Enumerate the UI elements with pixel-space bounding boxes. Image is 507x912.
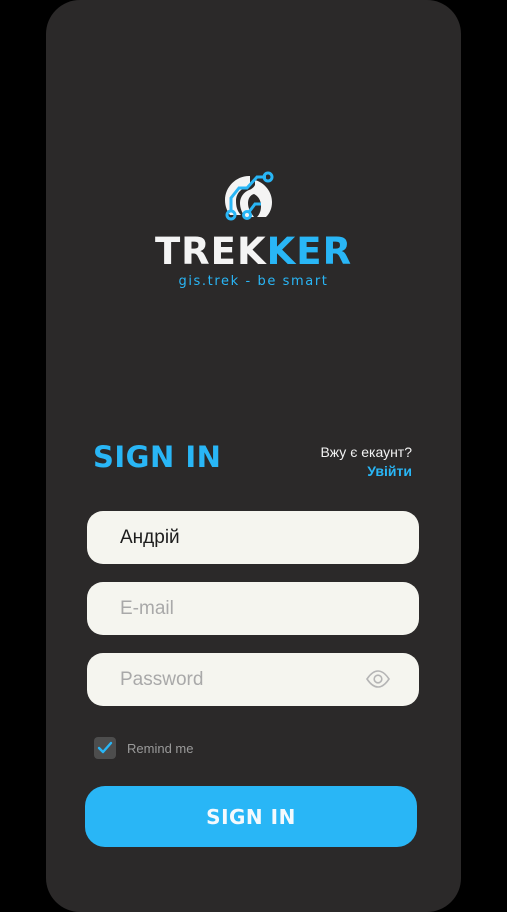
checkmark-icon: [97, 741, 113, 754]
trekker-logo-icon: [225, 171, 274, 221]
have-account-question: Вжу є екаунт?: [320, 444, 412, 460]
remind-me-option[interactable]: Remind me: [94, 737, 193, 759]
password-field[interactable]: [87, 653, 419, 706]
email-field[interactable]: [87, 582, 419, 635]
have-account-prompt: Вжу є екаунт? Увійти: [320, 443, 412, 481]
name-field[interactable]: [87, 511, 419, 564]
brand-name: TREKKER: [46, 230, 461, 274]
brand-tagline: gis.trek - be smart: [178, 274, 329, 289]
eye-icon[interactable]: [365, 668, 391, 690]
name-input[interactable]: [120, 526, 350, 549]
password-input[interactable]: [120, 668, 350, 691]
sign-in-button[interactable]: SIGN IN: [85, 786, 417, 847]
remind-label: Remind me: [127, 740, 194, 756]
brand-name-part1: TREK: [154, 230, 267, 273]
signin-title: SIGN IN: [93, 440, 222, 474]
login-link[interactable]: Увійти: [320, 462, 412, 481]
remind-checkbox[interactable]: [94, 737, 116, 759]
brand-name-part2: KER: [266, 230, 353, 273]
email-input[interactable]: [120, 597, 350, 620]
